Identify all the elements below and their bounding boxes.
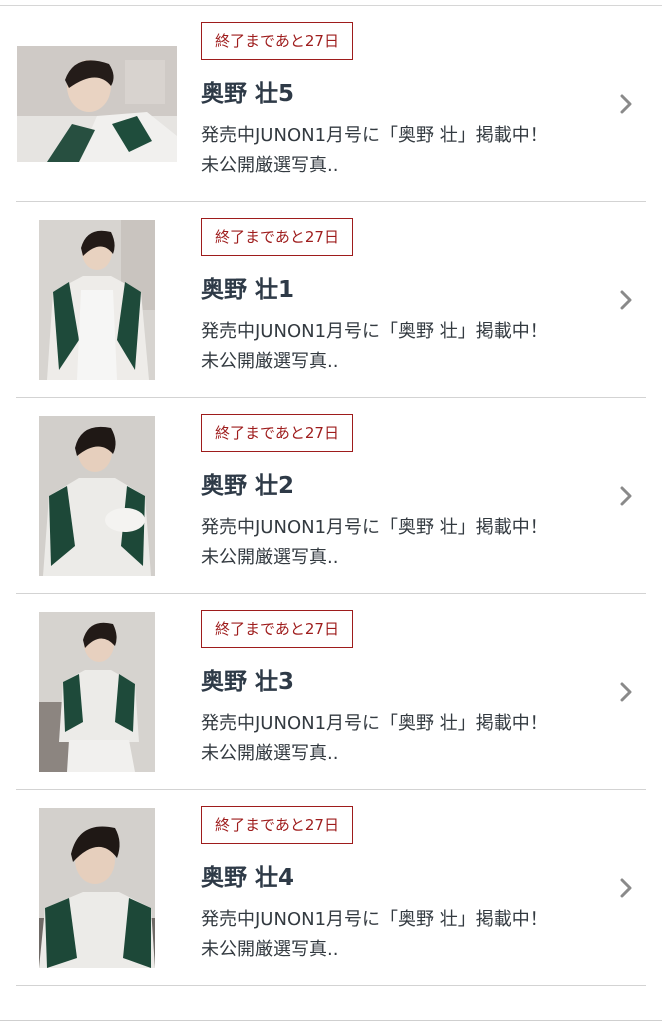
- list-item[interactable]: 終了まであと27日 奥野 壮4 発売中JUNON1月号に「奥野 壮」掲載中！ 未…: [16, 790, 646, 986]
- thumbnail-container: [16, 790, 178, 986]
- chevron-right-icon[interactable]: [616, 94, 636, 114]
- chevron-right-icon[interactable]: [616, 290, 636, 310]
- list-item[interactable]: 終了まであと27日 奥野 壮3 発売中JUNON1月号に「奥野 壮」掲載中！ 未…: [16, 594, 646, 790]
- item-title: 奥野 壮1: [201, 277, 295, 303]
- item-title: 奥野 壮4: [201, 865, 295, 891]
- status-badge: 終了まであと27日: [201, 414, 353, 452]
- description-line: 未公開厳選写真..: [201, 743, 339, 764]
- list-item[interactable]: 終了まであと27日 奥野 壮5 発売中JUNON1月号に「奥野 壮」掲載中！ 未…: [16, 6, 646, 202]
- item-description: 発売中JUNON1月号に「奥野 壮」掲載中！ 未公開厳選写真..: [201, 317, 611, 377]
- item-title: 奥野 壮3: [201, 669, 295, 695]
- description-line: 発売中JUNON1月号に「奥野 壮」掲載中！: [201, 125, 548, 146]
- chevron-right-icon[interactable]: [616, 486, 636, 506]
- status-badge: 終了まであと27日: [201, 806, 353, 844]
- status-badge: 終了まであと27日: [201, 610, 353, 648]
- chevron-right-icon[interactable]: [616, 878, 636, 898]
- description-line: 発売中JUNON1月号に「奥野 壮」掲載中！: [201, 517, 548, 538]
- thumbnail-container: [16, 594, 178, 790]
- bottom-divider: [0, 1020, 662, 1021]
- chevron-right-icon[interactable]: [616, 682, 636, 702]
- item-description: 発売中JUNON1月号に「奥野 壮」掲載中！ 未公開厳選写真..: [201, 121, 611, 181]
- item-title: 奥野 壮2: [201, 473, 295, 499]
- product-list-page: 終了まであと27日 奥野 壮5 発売中JUNON1月号に「奥野 壮」掲載中！ 未…: [0, 0, 662, 1024]
- thumbnail-container: [16, 398, 178, 594]
- product-thumbnail: [39, 612, 155, 772]
- list-item[interactable]: 終了まであと27日 奥野 壮2 発売中JUNON1月号に「奥野 壮」掲載中！ 未…: [16, 398, 646, 594]
- product-thumbnail: [39, 416, 155, 576]
- status-badge: 終了まであと27日: [201, 218, 353, 256]
- item-title: 奥野 壮5: [201, 81, 295, 107]
- description-line: 未公開厳選写真..: [201, 547, 339, 568]
- description-line: 未公開厳選写真..: [201, 351, 339, 372]
- photo-product-list: 終了まであと27日 奥野 壮5 発売中JUNON1月号に「奥野 壮」掲載中！ 未…: [16, 6, 646, 986]
- thumbnail-container: [16, 202, 178, 398]
- description-line: 発売中JUNON1月号に「奥野 壮」掲載中！: [201, 321, 548, 342]
- thumbnail-container: [16, 6, 178, 202]
- status-badge: 終了まであと27日: [201, 22, 353, 60]
- product-thumbnail: [39, 220, 155, 380]
- description-line: 発売中JUNON1月号に「奥野 壮」掲載中！: [201, 713, 548, 734]
- description-line: 未公開厳選写真..: [201, 155, 339, 176]
- item-description: 発売中JUNON1月号に「奥野 壮」掲載中！ 未公開厳選写真..: [201, 513, 611, 573]
- item-description: 発売中JUNON1月号に「奥野 壮」掲載中！ 未公開厳選写真..: [201, 709, 611, 769]
- description-line: 発売中JUNON1月号に「奥野 壮」掲載中！: [201, 909, 548, 930]
- item-description: 発売中JUNON1月号に「奥野 壮」掲載中！ 未公開厳選写真..: [201, 905, 611, 965]
- product-thumbnail: [39, 808, 155, 968]
- list-item[interactable]: 終了まであと27日 奥野 壮1 発売中JUNON1月号に「奥野 壮」掲載中！ 未…: [16, 202, 646, 398]
- product-thumbnail: [17, 46, 177, 162]
- description-line: 未公開厳選写真..: [201, 939, 339, 960]
